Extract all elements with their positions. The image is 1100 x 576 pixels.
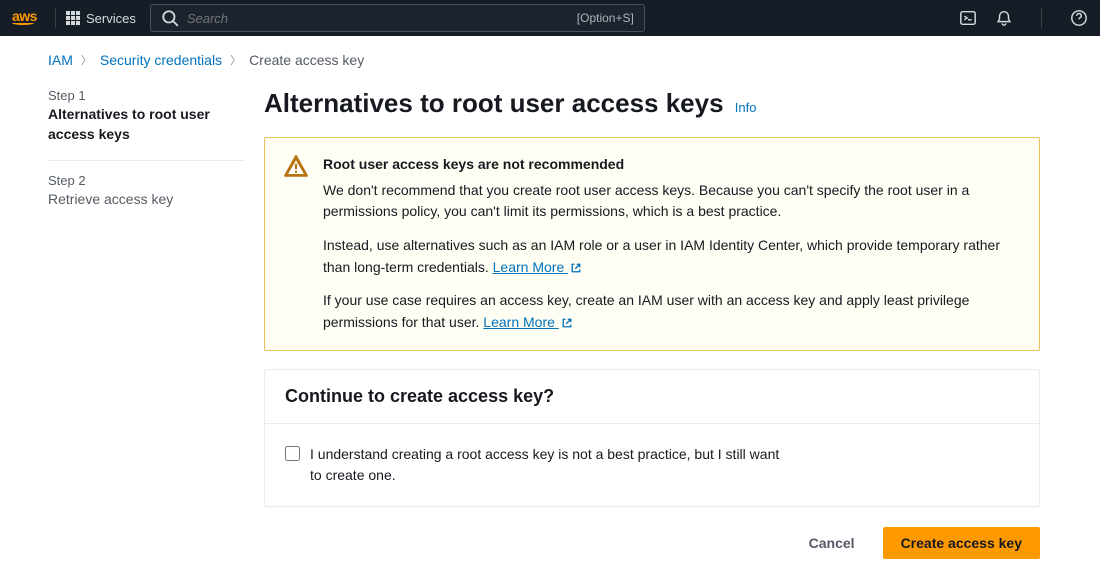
- step-label: Step 2: [48, 173, 244, 188]
- search-icon: [161, 9, 179, 27]
- wizard-step-1[interactable]: Step 1 Alternatives to root user access …: [48, 88, 244, 144]
- help-icon[interactable]: [1070, 9, 1088, 27]
- chevron-right-icon: 〉: [81, 52, 92, 68]
- services-label: Services: [86, 11, 136, 26]
- divider: [55, 8, 56, 28]
- alert-text: If your use case requires an access key,…: [323, 292, 969, 330]
- search-input[interactable]: [187, 11, 547, 26]
- divider: [48, 160, 244, 161]
- learn-more-link[interactable]: Learn More: [493, 259, 582, 275]
- alert-para-1: We don't recommend that you create root …: [323, 180, 1021, 223]
- alert-body: Root user access keys are not recommende…: [323, 154, 1021, 334]
- step-label: Step 1: [48, 88, 244, 103]
- breadcrumb-current: Create access key: [249, 52, 364, 68]
- external-link-icon: [561, 317, 573, 329]
- action-bar: Cancel Create access key: [264, 527, 1040, 559]
- alert-para-3: If your use case requires an access key,…: [323, 290, 1021, 333]
- alert-para-2: Instead, use alternatives such as an IAM…: [323, 235, 1021, 278]
- wizard-step-2: Step 2 Retrieve access key: [48, 173, 244, 210]
- breadcrumb-security-credentials[interactable]: Security credentials: [100, 52, 222, 68]
- info-link[interactable]: Info: [735, 100, 757, 115]
- alert-text: Instead, use alternatives such as an IAM…: [323, 237, 1000, 275]
- wizard-steps: Step 1 Alternatives to root user access …: [48, 88, 264, 559]
- step-title: Retrieve access key: [48, 190, 244, 210]
- page-title-text: Alternatives to root user access keys: [264, 88, 724, 118]
- warning-alert: Root user access keys are not recommende…: [264, 137, 1040, 351]
- cloudshell-icon[interactable]: [959, 9, 977, 27]
- page-title: Alternatives to root user access keys In…: [264, 88, 1040, 119]
- services-menu[interactable]: Services: [66, 11, 136, 26]
- create-access-key-button[interactable]: Create access key: [883, 527, 1040, 559]
- panel-heading: Continue to create access key?: [265, 370, 1039, 424]
- breadcrumb: IAM 〉 Security credentials 〉 Create acce…: [0, 36, 1100, 68]
- acknowledge-label[interactable]: I understand creating a root access key …: [310, 444, 780, 486]
- warning-icon: [283, 154, 309, 334]
- search-shortcut-hint: [Option+S]: [577, 11, 634, 25]
- notifications-icon[interactable]: [995, 9, 1013, 27]
- breadcrumb-iam[interactable]: IAM: [48, 52, 73, 68]
- cancel-button[interactable]: Cancel: [791, 527, 873, 559]
- confirm-panel: Continue to create access key? I underst…: [264, 369, 1040, 507]
- top-nav-bar: aws Services [Option+S]: [0, 0, 1100, 36]
- step-title: Alternatives to root user access keys: [48, 105, 244, 144]
- learn-more-link[interactable]: Learn More: [483, 314, 572, 330]
- acknowledge-checkbox[interactable]: [285, 446, 300, 461]
- external-link-icon: [570, 262, 582, 274]
- grid-icon: [66, 11, 80, 25]
- chevron-right-icon: 〉: [230, 52, 241, 68]
- aws-logo[interactable]: aws: [12, 11, 45, 25]
- global-search[interactable]: [Option+S]: [150, 4, 645, 32]
- alert-heading: Root user access keys are not recommende…: [323, 154, 1021, 176]
- main-content: Alternatives to root user access keys In…: [264, 88, 1100, 559]
- divider: [1041, 8, 1042, 28]
